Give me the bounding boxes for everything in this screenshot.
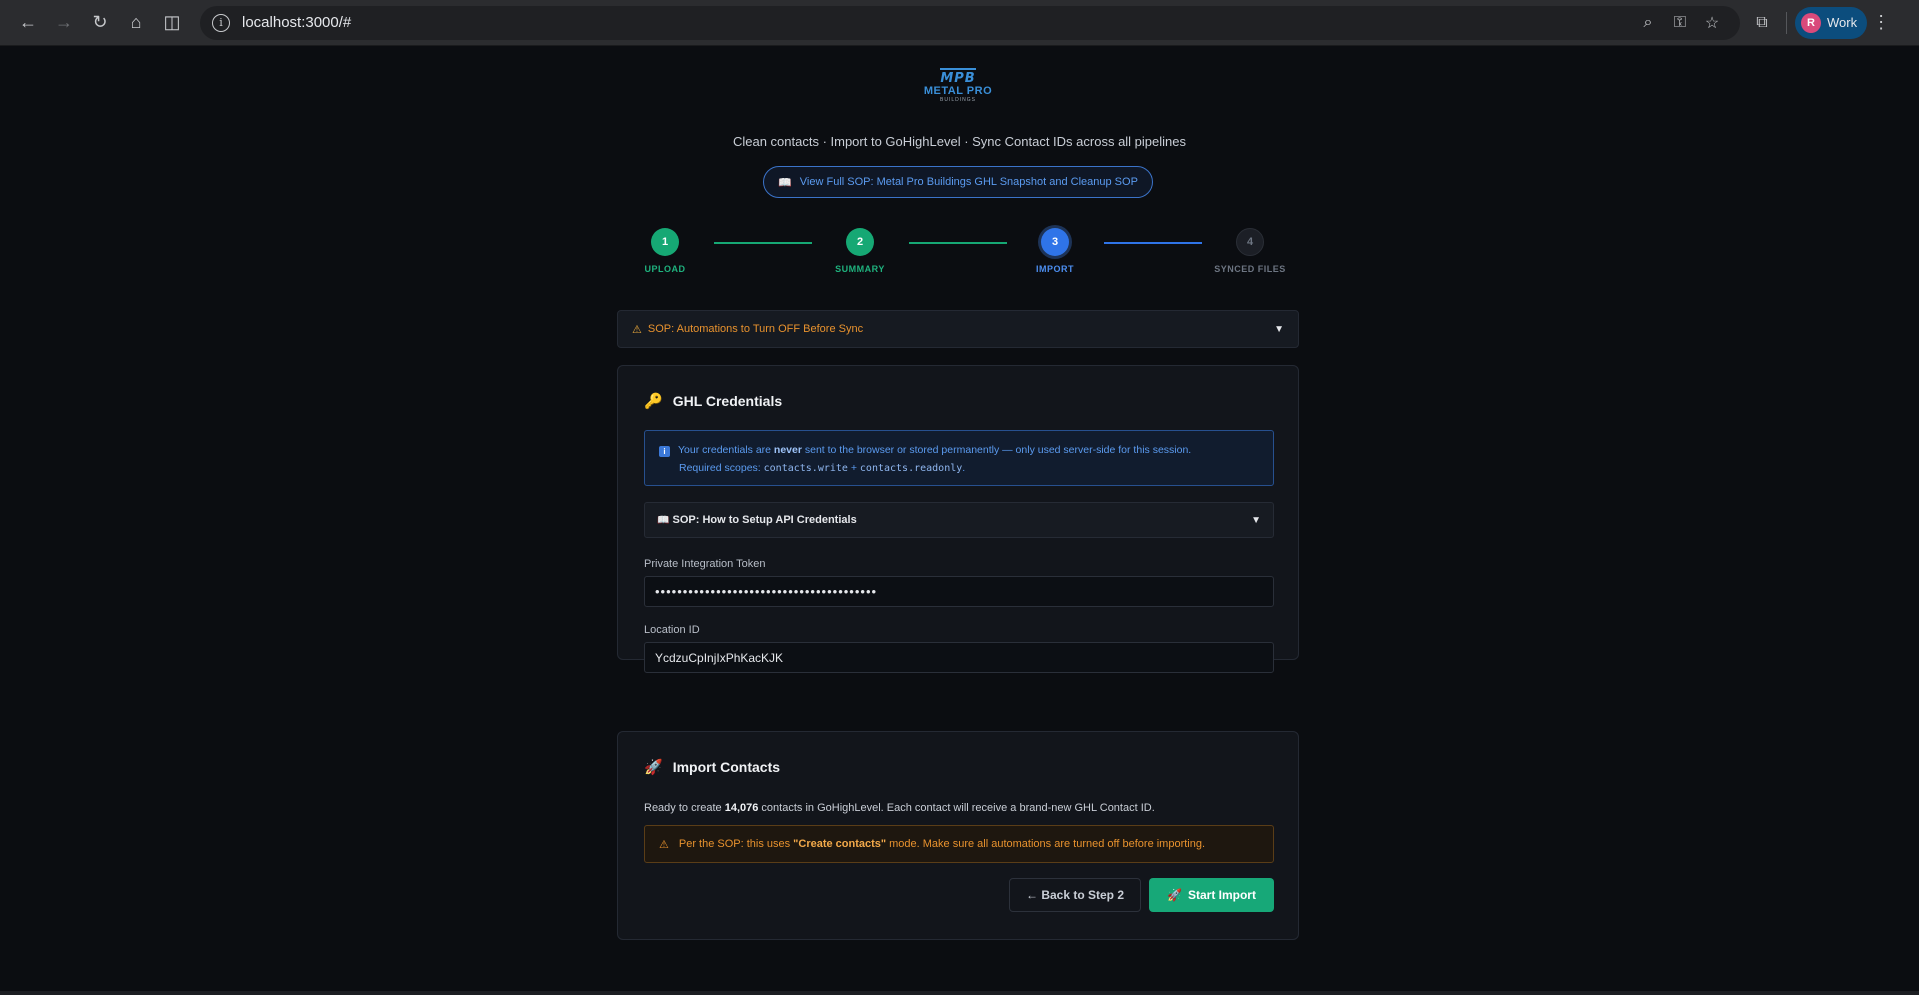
profile-name: Work: [1827, 15, 1858, 30]
token-label: Private Integration Token: [644, 558, 766, 570]
info-bold: never: [773, 444, 802, 456]
back-arrow-icon[interactable]: ←: [10, 5, 46, 41]
credentials-card: 🔑 GHL Credentials i Your credentials are …: [617, 365, 1299, 673]
scope-join: +: [847, 462, 860, 474]
warn-bold: "Create contacts": [793, 838, 887, 850]
site-info-icon[interactable]: i: [212, 13, 230, 32]
step-summary: 2 SUMMARY: [810, 228, 910, 274]
automations-sop-label: SOP: Automations to Turn OFF Before Sync: [647, 323, 864, 335]
chevron-down-icon: ▼: [1274, 323, 1284, 335]
import-card: 🚀 Import Contacts Ready to create 14,076…: [617, 731, 1299, 940]
location-label: Location ID: [644, 624, 700, 636]
scope-readonly: contacts.readonly: [859, 463, 963, 474]
rocket-icon: 🚀: [644, 759, 663, 776]
ready-post: contacts in GoHighLevel. Each contact wi…: [758, 802, 1155, 814]
avatar: R: [1801, 12, 1821, 33]
warning-icon: ⚠: [659, 838, 669, 851]
step-label: UPLOAD: [644, 264, 686, 274]
step-connector: [1104, 242, 1202, 244]
app-page: MPB METAL PRO BUILDINGS Clean contacts ·…: [0, 46, 1919, 995]
automations-sop-toggle[interactable]: ⚠ SOP: Automations to Turn OFF Before Sy…: [617, 310, 1299, 348]
credentials-title: 🔑 GHL Credentials: [644, 392, 782, 410]
scopes-text: Required scopes:: [679, 462, 764, 474]
step-number: 3: [1041, 228, 1069, 256]
password-key-icon[interactable]: ⚿: [1664, 7, 1696, 39]
tagline: Clean contacts · Import to GoHighLevel ·…: [732, 134, 1187, 149]
step-number: 1: [651, 228, 679, 256]
credentials-info-box: i Your credentials are never sent to the …: [644, 430, 1274, 486]
contact-count: 14,076: [724, 802, 759, 814]
step-number: 2: [846, 228, 874, 256]
api-sop-toggle[interactable]: 📖 SOP: How to Setup API Credentials ▼: [644, 502, 1274, 538]
browser-toolbar: ← → ↻ ⌂ ◫ i localhost:3000/# ⌕ ⚿ ☆ ⧉ R W…: [0, 0, 1919, 46]
back-to-step-2-button[interactable]: ← Back to Step 2: [1009, 878, 1141, 912]
reload-icon[interactable]: ↻: [82, 5, 118, 41]
credentials-title-text: GHL Credentials: [672, 393, 783, 409]
view-full-sop-button[interactable]: 📖 View Full SOP: Metal Pro Buildings GHL…: [763, 166, 1153, 198]
api-sop-label: SOP: How to Setup API Credentials: [672, 514, 857, 526]
import-title-text: Import Contacts: [672, 759, 781, 775]
step-import: 3 IMPORT: [1005, 228, 1105, 274]
chevron-down-icon: ▼: [1251, 514, 1261, 526]
info-line-2: Required scopes: contacts.write + contac…: [659, 459, 1259, 478]
info-text: Your credentials are: [678, 444, 774, 456]
location-id-input[interactable]: YcdzuCpInjIxPhKacKJK: [644, 642, 1274, 673]
progress-stepper: 1 UPLOAD 2 SUMMARY 3 IMPORT 4 SYNCED FIL…: [630, 228, 1290, 276]
ready-pre: Ready to create: [644, 802, 725, 814]
book-icon: 📖: [778, 176, 792, 189]
import-title: 🚀 Import Contacts: [644, 758, 780, 776]
logo-brand: METAL PRO: [923, 85, 993, 97]
step-connector: [714, 242, 812, 244]
info-text: sent to the browser or stored permanentl…: [801, 444, 1192, 456]
step-connector: [909, 242, 1007, 244]
home-icon[interactable]: ⌂: [118, 5, 154, 41]
token-input[interactable]: ••••••••••••••••••••••••••••••••••••••••: [644, 576, 1274, 607]
forward-arrow-icon[interactable]: →: [46, 5, 82, 41]
zoom-icon[interactable]: ⌕: [1632, 7, 1664, 39]
sop-link-label: View Full SOP: Metal Pro Buildings GHL S…: [799, 176, 1138, 188]
url-text[interactable]: localhost:3000/#: [242, 14, 1632, 31]
book-icon: 📖: [657, 515, 670, 526]
toolbar-divider: [1786, 11, 1787, 34]
step-label: IMPORT: [1036, 264, 1074, 274]
step-number: 4: [1236, 228, 1264, 256]
page-bottom-bar: [0, 991, 1919, 995]
more-menu-icon[interactable]: ⋮: [1867, 12, 1895, 33]
warn-pre: Per the SOP: this uses: [678, 838, 791, 850]
info-line-1: i Your credentials are never sent to the …: [659, 441, 1259, 459]
warn-post: mode. Make sure all automations are turn…: [889, 838, 1206, 850]
start-import-label: Start Import: [1187, 888, 1256, 902]
step-label: SUMMARY: [835, 264, 885, 274]
warning-icon: ⚠: [632, 323, 642, 336]
profile-button[interactable]: R Work: [1795, 6, 1868, 39]
split-view-icon[interactable]: ◫: [154, 5, 190, 41]
logo-sub: BUILDINGS: [940, 97, 976, 103]
bookmark-star-icon[interactable]: ☆: [1696, 7, 1728, 39]
step-upload: 1 UPLOAD: [615, 228, 715, 274]
logo: MPB METAL PRO BUILDINGS: [921, 68, 995, 108]
step-label: SYNCED FILES: [1214, 264, 1286, 274]
address-bar[interactable]: i localhost:3000/# ⌕ ⚿ ☆: [200, 5, 1740, 40]
ready-text: Ready to create 14,076 contacts in GoHig…: [644, 802, 1155, 814]
key-icon: 🔑: [644, 393, 663, 410]
logo-mark: MPB: [940, 68, 976, 86]
start-import-button[interactable]: 🚀 Start Import: [1149, 878, 1274, 912]
extensions-icon[interactable]: ⧉: [1746, 7, 1778, 39]
rocket-icon: 🚀: [1167, 888, 1182, 902]
scope-write: contacts.write: [763, 463, 848, 474]
info-icon: i: [659, 446, 670, 457]
step-synced-files: 4 SYNCED FILES: [1200, 228, 1300, 274]
scope-end: .: [962, 462, 966, 474]
create-mode-warning: ⚠ Per the SOP: this uses "Create contact…: [644, 825, 1274, 863]
